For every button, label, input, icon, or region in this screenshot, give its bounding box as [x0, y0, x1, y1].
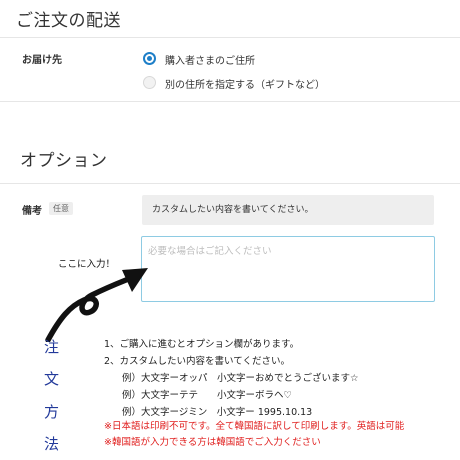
recipient-label: お届け先 — [22, 55, 62, 66]
curved-arrow-icon — [45, 268, 148, 342]
divider — [0, 101, 460, 102]
red-note: ※日本語は印刷不可です。全て韓国語に訳して印刷します。英語は可能 — [104, 421, 405, 432]
instruction-example: 例）大文字ーオッパ 小文字ーおめでとうございます☆ — [122, 373, 359, 384]
radio-label-other-address: 別の住所を指定する（ギフトなど） — [165, 80, 325, 91]
red-note: ※韓国語が入力できる方は韓国語でご入力ください — [104, 437, 321, 448]
radio-unselected[interactable] — [143, 76, 156, 89]
vertical-title-char: 文 — [44, 370, 60, 388]
instruction-example: 例）大文字ージミン 小文字ー 1995.10.13 — [122, 407, 313, 418]
divider — [0, 37, 460, 38]
radio-selected[interactable] — [143, 52, 156, 65]
options-title: オプション — [20, 151, 108, 171]
delivery-title: ご注文の配送 — [16, 11, 121, 31]
instruction-example: 例）大文字ーテテ 小文字ーボラヘ♡ — [122, 390, 293, 401]
remarks-textarea[interactable] — [141, 236, 435, 302]
divider — [0, 183, 460, 184]
remarks-label: 備考 — [22, 206, 42, 217]
example-text-box: カスタムしたい内容を書いてください。 — [142, 195, 434, 225]
vertical-title-char: 方 — [44, 403, 60, 421]
optional-badge: 任意 — [49, 202, 73, 215]
instruction-line: 1、ご購入に進むとオプション欄があります。 — [104, 339, 300, 350]
vertical-title-char: 法 — [44, 435, 60, 453]
vertical-title-char: 注 — [44, 338, 60, 356]
radio-label-buyer-address: 購入者さまのご住所 — [165, 56, 255, 67]
instruction-line: 2、カスタムしたい内容を書いてください。 — [104, 356, 290, 367]
